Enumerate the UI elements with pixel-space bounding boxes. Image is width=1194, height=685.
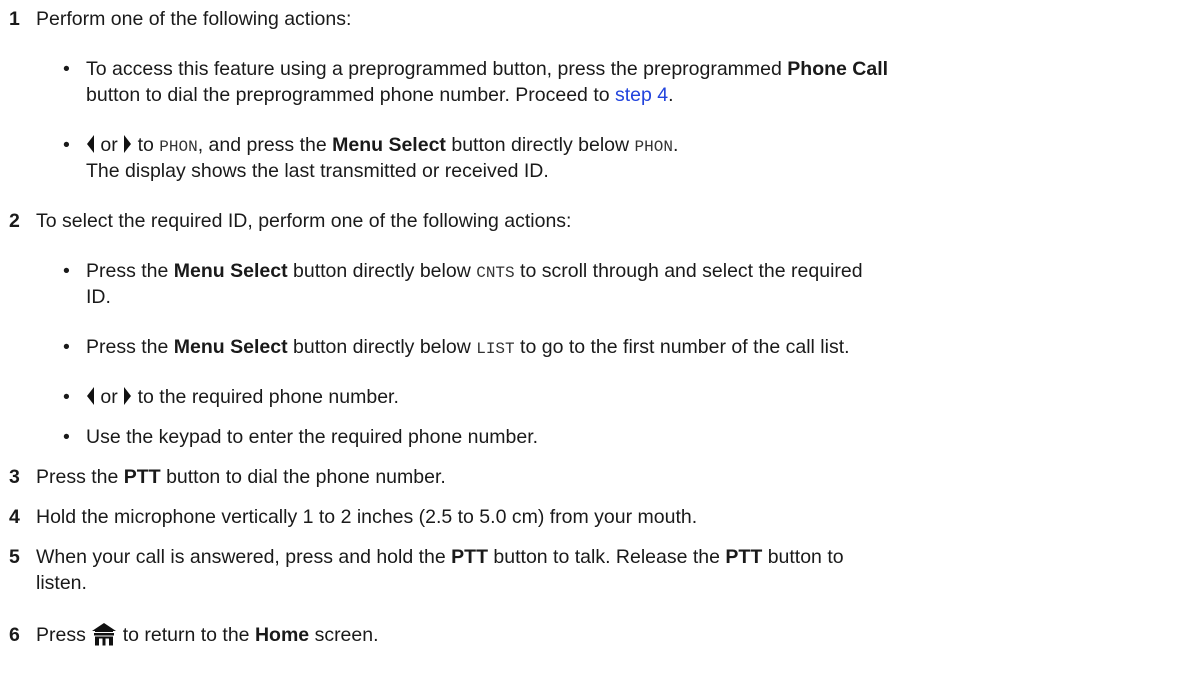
display-code-phon: PHON: [159, 138, 198, 156]
step-text-part: screen.: [314, 624, 379, 646]
ptt-label: PTT: [725, 546, 763, 568]
step-text: Press the PTT button to dial the phone n…: [36, 464, 446, 490]
bullet-text: Press the Menu Select button directly be…: [86, 258, 863, 286]
step-text: To select the required ID, perform one o…: [36, 210, 572, 232]
left-arrow-icon: [86, 386, 95, 413]
step-text: Press to return to the Home screen.: [36, 622, 379, 653]
step-text: listen.: [36, 572, 87, 594]
bullet-text-part: button directly below: [293, 260, 471, 282]
bullet-text: or to the required phone number.: [86, 384, 399, 413]
bullet-text-part: to: [137, 134, 154, 156]
step-text-part: When your call is answered, press and ho…: [36, 546, 446, 568]
bullet-text-part: Press the: [86, 336, 169, 358]
bullet-text-part: Press the: [86, 260, 169, 282]
bullet-text-part: to the required phone number.: [137, 386, 399, 408]
bullet: •: [63, 336, 70, 358]
bullet-text-part: button to dial the preprogrammed phone n…: [86, 84, 610, 106]
step-number: 3: [9, 466, 20, 488]
step-number: 5: [9, 546, 20, 568]
bullet: •: [63, 260, 70, 282]
bullet-text-part: button directly below: [293, 336, 471, 358]
bullet-text: The display shows the last transmitted o…: [86, 160, 549, 182]
bullet-text-part: , and press the: [197, 134, 327, 156]
ptt-label: PTT: [451, 546, 488, 568]
bullet-text: Press the Menu Select button directly be…: [86, 334, 850, 362]
bullet-text-part: to go to the first number of the call li…: [520, 336, 850, 358]
display-code-list: LIST: [476, 340, 515, 358]
step-text: When your call is answered, press and ho…: [36, 544, 844, 570]
step-text-part: to return to the: [122, 624, 250, 646]
bullet-text: ID.: [86, 286, 111, 308]
bullet: •: [63, 386, 70, 408]
step-text: Hold the microphone vertically 1 to 2 in…: [36, 506, 698, 528]
bullet-text-part: .: [672, 134, 679, 156]
bullet-text: Use the keypad to enter the required pho…: [86, 426, 539, 448]
bullet: •: [63, 426, 70, 448]
step-text-part: button to dial the phone number.: [166, 466, 446, 488]
menu-select-label: Menu Select: [173, 260, 288, 282]
step-text: Perform one of the following actions:: [36, 8, 352, 30]
instruction-page: 1 Perform one of the following actions: …: [0, 0, 1194, 685]
menu-select-label: Menu Select: [332, 134, 446, 156]
bullet-text-part: To access this feature using a preprogra…: [86, 58, 782, 80]
bullet-text-part: button directly below: [451, 134, 630, 156]
bullet: •: [63, 134, 70, 156]
step-text-part: Press the: [36, 466, 119, 488]
ptt-label: PTT: [123, 466, 161, 488]
right-arrow-icon: [123, 386, 132, 413]
step-4-link[interactable]: step 4: [615, 84, 668, 106]
bullet-text-part: .: [668, 84, 674, 106]
step-text-part: button to talk. Release the: [493, 546, 720, 568]
phone-call-label: Phone Call: [787, 58, 889, 80]
home-icon: [91, 622, 117, 653]
bullet-text-part: or: [100, 134, 118, 156]
step-text-part: button to: [767, 546, 844, 568]
bullet-text: or to PHON, and press the Menu Select bu…: [86, 132, 678, 161]
right-arrow-icon: [123, 134, 132, 161]
menu-select-label: Menu Select: [173, 336, 288, 358]
bullet-text: button to dial the preprogrammed phone n…: [86, 82, 674, 108]
bullet-text-part: or: [100, 386, 118, 408]
home-label: Home: [254, 624, 310, 646]
bullet: •: [63, 58, 70, 80]
display-code-phon: PHON: [634, 138, 673, 156]
step-text-part: Press: [36, 624, 86, 646]
left-arrow-icon: [86, 134, 95, 161]
display-code-cnts: CNTS: [476, 264, 515, 282]
step-number: 1: [9, 8, 20, 30]
step-number: 2: [9, 210, 20, 232]
step-number: 6: [9, 624, 20, 646]
step-number: 4: [9, 506, 20, 528]
bullet-text-part: to scroll through and select the require…: [520, 260, 863, 282]
bullet-text: To access this feature using a preprogra…: [86, 56, 888, 82]
